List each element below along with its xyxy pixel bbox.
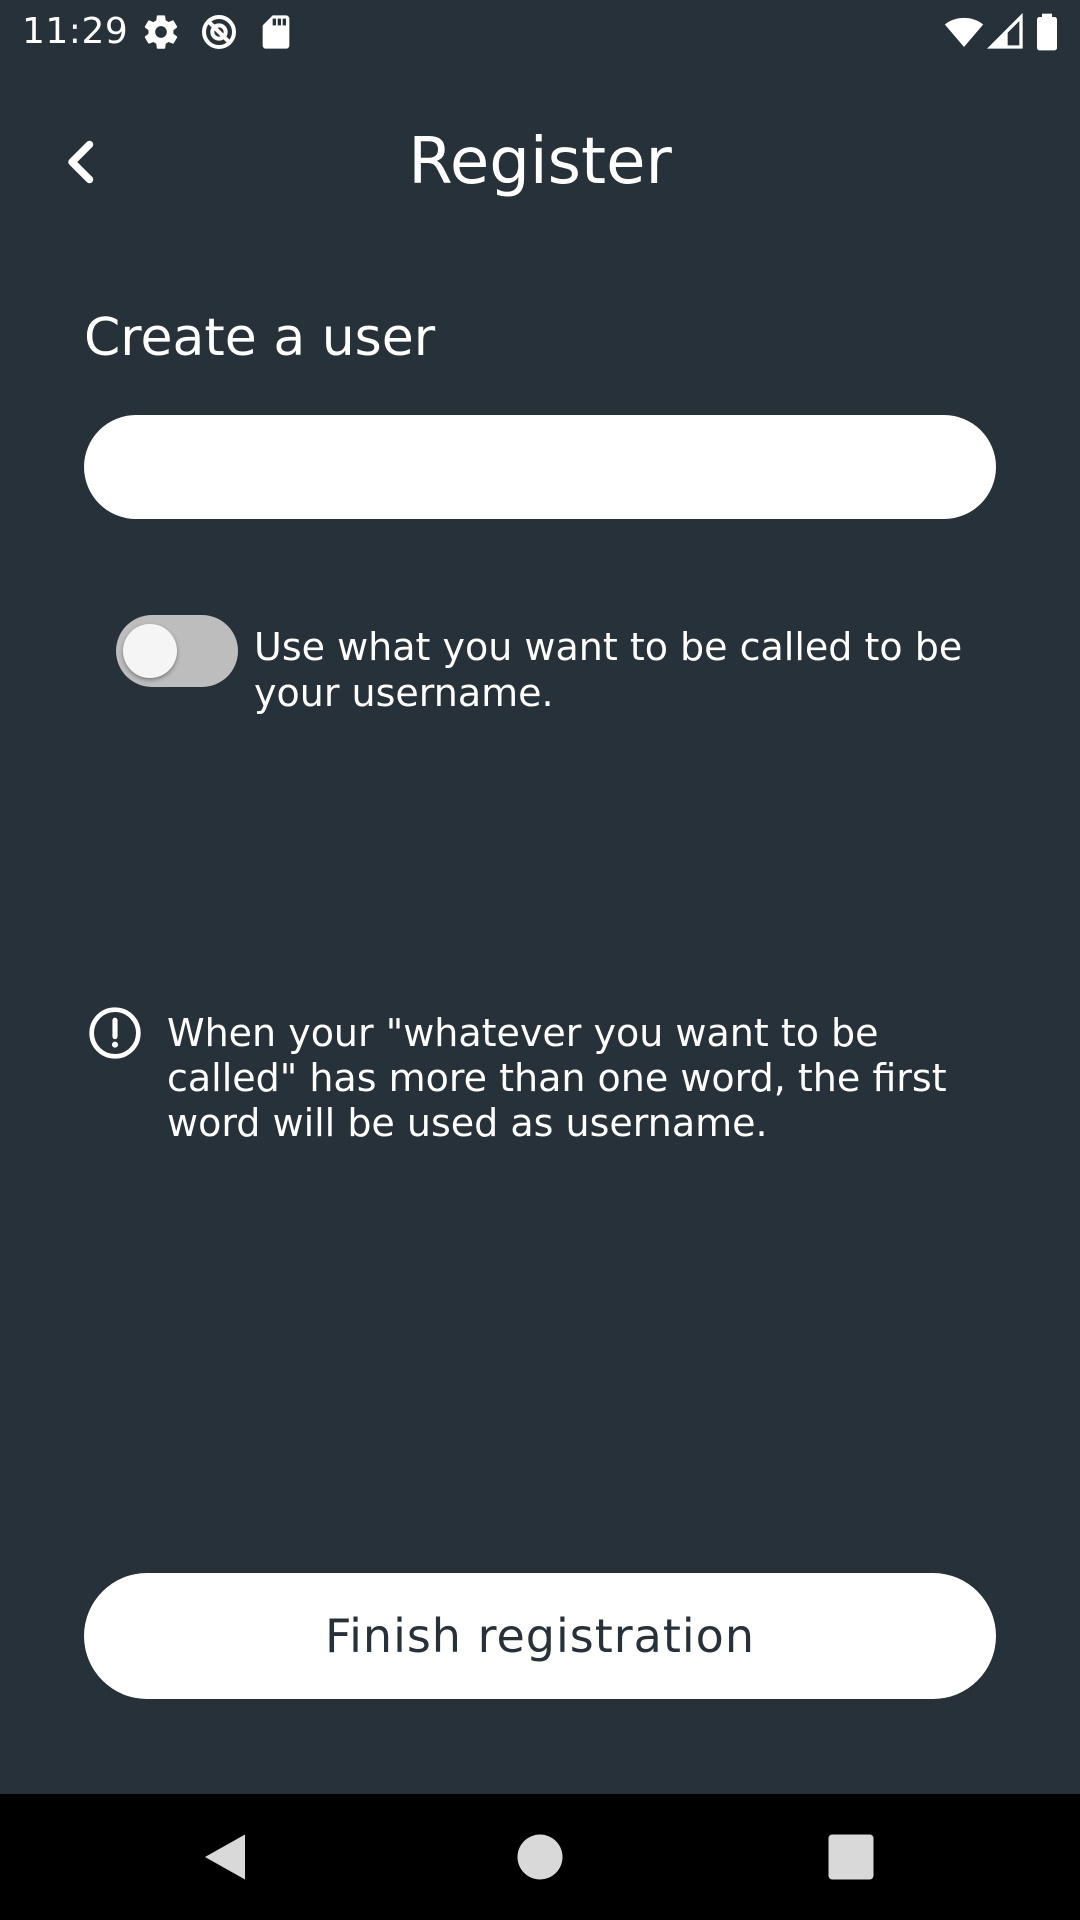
status-bar: 11:29 (0, 0, 1080, 64)
battery-icon (1030, 12, 1064, 52)
navigation-bar (0, 1794, 1080, 1920)
gear-icon (141, 12, 181, 52)
alert-circle-icon (87, 1005, 143, 1061)
info-text: When your "whatever you want to be calle… (167, 1011, 947, 1145)
back-triangle-icon[interactable] (195, 1827, 255, 1887)
status-time: 11:29 (22, 11, 129, 52)
register-screen: 11:29 Register Create a user Use what yo… (0, 0, 1080, 1920)
cell-signal-icon (986, 12, 1026, 52)
username-input[interactable] (84, 415, 996, 519)
home-circle-icon[interactable] (510, 1827, 570, 1887)
sync-disabled-icon (199, 12, 239, 52)
toggle-label: Use what you want to be called to be you… (254, 625, 963, 715)
use-called-name-toggle[interactable] (116, 615, 238, 687)
wifi-icon (942, 12, 986, 52)
recents-square-icon[interactable] (821, 1827, 881, 1887)
section-heading: Create a user (84, 308, 436, 368)
sd-card-icon (256, 12, 296, 52)
page-title: Register (408, 125, 672, 199)
toggle-thumb (123, 624, 177, 678)
finish-registration-button[interactable]: Finish registration (84, 1573, 996, 1699)
